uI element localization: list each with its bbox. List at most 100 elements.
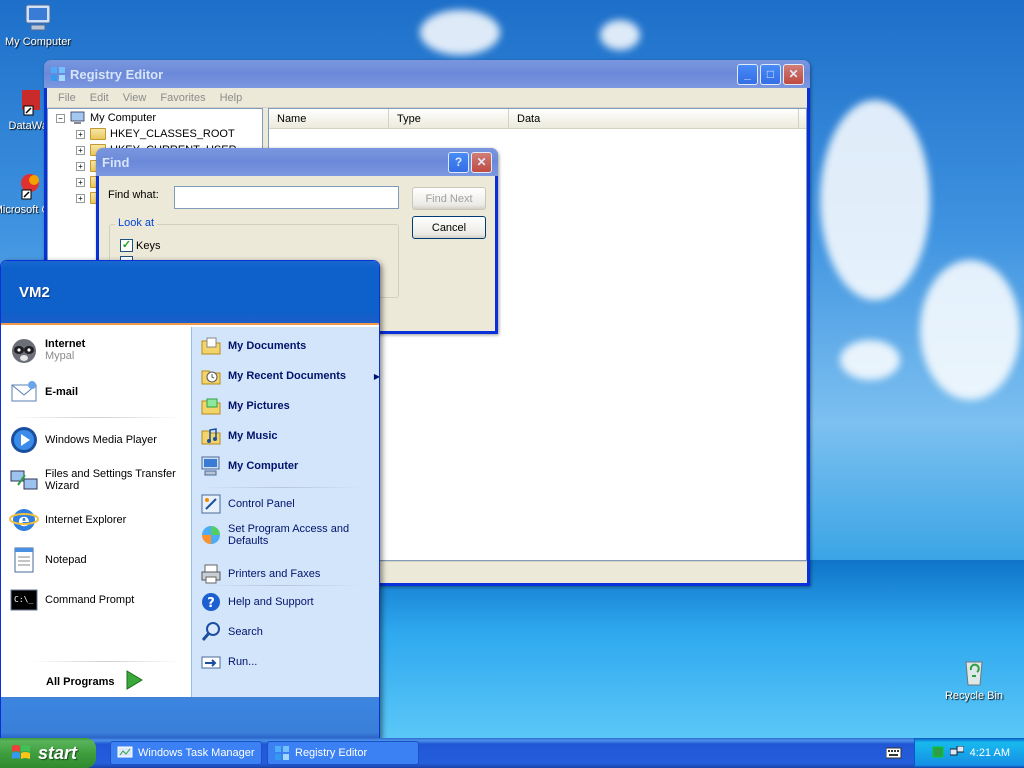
list-header: Name Type Data: [269, 109, 806, 129]
column-header-data[interactable]: Data: [509, 109, 799, 128]
task-registry-editor[interactable]: Registry Editor: [267, 741, 419, 765]
menu-help[interactable]: Help: [213, 92, 250, 104]
separator: [31, 661, 181, 662]
item-my-documents[interactable]: My Documents: [200, 335, 306, 357]
email-icon: [9, 377, 39, 407]
item-run[interactable]: Run...: [200, 651, 257, 673]
window-title: Registry Editor: [70, 66, 164, 82]
network-icon[interactable]: [949, 745, 965, 761]
find-what-label: Find what:: [108, 189, 159, 201]
recent-label: Internet Explorer: [45, 514, 127, 526]
keyboard-icon[interactable]: [885, 747, 902, 762]
computer-icon: [22, 2, 54, 34]
close-button[interactable]: ✕: [471, 151, 492, 173]
checkmark-icon: ✓: [121, 239, 132, 251]
find-next-button[interactable]: Find Next: [412, 187, 486, 210]
recent-internet-explorer[interactable]: e Internet Explorer: [9, 505, 126, 535]
right-item-label: My Recent Documents: [228, 370, 346, 382]
task-windows-task-manager[interactable]: Windows Task Manager: [110, 741, 262, 765]
item-my-pictures[interactable]: My Pictures: [200, 395, 290, 417]
registry-editor-titlebar[interactable]: Registry Editor _ □ ✕: [44, 60, 810, 88]
notepad-icon: [9, 545, 39, 575]
item-my-recent-documents[interactable]: My Recent Documents ▶: [200, 365, 380, 387]
recent-files-settings-transfer[interactable]: Files and Settings Transfer Wizard: [9, 465, 189, 495]
expand-icon[interactable]: +: [76, 129, 85, 139]
collapse-icon[interactable]: −: [56, 113, 65, 123]
look-at-label: Look at: [115, 217, 158, 229]
item-my-computer[interactable]: My Computer: [200, 455, 298, 477]
search-icon: [200, 621, 222, 643]
folder-icon: [90, 128, 106, 140]
help-button[interactable]: ?: [448, 151, 469, 173]
pinned-title: Internet: [45, 338, 86, 350]
menu-file[interactable]: File: [51, 92, 83, 104]
all-programs-label: All Programs: [46, 675, 115, 688]
recycle-bin-icon: [958, 656, 990, 688]
right-item-label: Run...: [228, 656, 258, 668]
submenu-arrow-icon: ▶: [373, 371, 380, 381]
dialog-title: Find: [102, 154, 130, 170]
item-my-music[interactable]: My Music: [200, 425, 278, 447]
recent-windows-media-player[interactable]: Windows Media Player: [9, 425, 157, 455]
item-control-panel[interactable]: Control Panel: [200, 493, 295, 515]
expand-icon[interactable]: +: [76, 161, 85, 171]
item-set-program-access[interactable]: Set Program Access and Defaults: [200, 523, 370, 547]
registry-icon: [274, 745, 290, 761]
pictures-folder-icon: [200, 395, 222, 417]
desktop-icon-recycle-bin[interactable]: Recycle Bin: [936, 656, 1012, 702]
right-item-label: Help and Support: [228, 596, 314, 608]
find-what-input[interactable]: [174, 186, 399, 209]
pinned-email[interactable]: E-mail: [9, 377, 78, 407]
printer-icon: [200, 563, 222, 585]
user-name: VM2: [19, 283, 50, 301]
column-header-name[interactable]: Name: [269, 109, 389, 128]
tree-item[interactable]: + HKEY_CLASSES_ROOT: [76, 126, 262, 142]
close-icon: ✕: [788, 67, 799, 81]
all-programs-button[interactable]: All Programs: [46, 669, 144, 694]
minimize-button[interactable]: _: [737, 63, 758, 85]
pinned-subtitle: Mypal: [45, 350, 75, 362]
menu-favorites[interactable]: Favorites: [153, 92, 212, 104]
tray-app-icon[interactable]: [932, 746, 944, 761]
pinned-internet[interactable]: Internet Mypal: [9, 335, 85, 365]
close-icon: ✕: [476, 155, 487, 169]
internet-explorer-icon: e: [9, 505, 39, 535]
registry-icon: [50, 66, 66, 82]
computer-icon: [70, 111, 86, 125]
item-printers-faxes[interactable]: Printers and Faxes: [200, 563, 320, 585]
expand-icon[interactable]: +: [76, 193, 85, 203]
tree-item-label: HKEY_CLASSES_ROOT: [110, 128, 235, 140]
control-panel-icon: [200, 493, 222, 515]
command-prompt-icon: C:\_: [9, 585, 39, 615]
close-button[interactable]: ✕: [783, 63, 804, 85]
menu-edit[interactable]: Edit: [83, 92, 116, 104]
column-header-type[interactable]: Type: [389, 109, 509, 128]
item-help-support[interactable]: ? Help and Support: [200, 591, 314, 613]
expand-icon[interactable]: +: [76, 177, 85, 187]
menu-view[interactable]: View: [116, 92, 154, 104]
tree-root[interactable]: − My Computer: [56, 110, 262, 126]
right-item-label: My Music: [228, 430, 278, 442]
svg-text:C:\_: C:\_: [14, 595, 33, 604]
recent-command-prompt[interactable]: C:\_ Command Prompt: [9, 585, 134, 615]
run-icon: [200, 651, 222, 673]
keys-checkbox[interactable]: ✓: [120, 239, 133, 252]
recent-notepad[interactable]: Notepad: [9, 545, 87, 575]
clock[interactable]: 4:21 AM: [970, 747, 1010, 759]
start-button[interactable]: start: [0, 738, 96, 768]
find-dialog-titlebar[interactable]: Find ? ✕: [96, 148, 498, 176]
desktop-icon-my-computer[interactable]: My Computer: [0, 2, 76, 48]
start-menu-header: VM2: [1, 261, 379, 325]
cancel-button[interactable]: Cancel: [412, 216, 486, 239]
maximize-button[interactable]: □: [760, 63, 781, 85]
expand-icon[interactable]: +: [76, 145, 85, 155]
right-item-label: Printers and Faxes: [228, 568, 321, 580]
item-search[interactable]: Search: [200, 621, 263, 643]
menu-bar: File Edit View Favorites Help: [47, 88, 807, 108]
start-label: start: [38, 742, 78, 763]
tree-root-label: My Computer: [90, 112, 157, 124]
separator: [9, 417, 183, 418]
raccoon-browser-icon: [9, 335, 39, 365]
help-icon: ?: [200, 591, 222, 613]
shortcut-icon: [14, 86, 46, 118]
